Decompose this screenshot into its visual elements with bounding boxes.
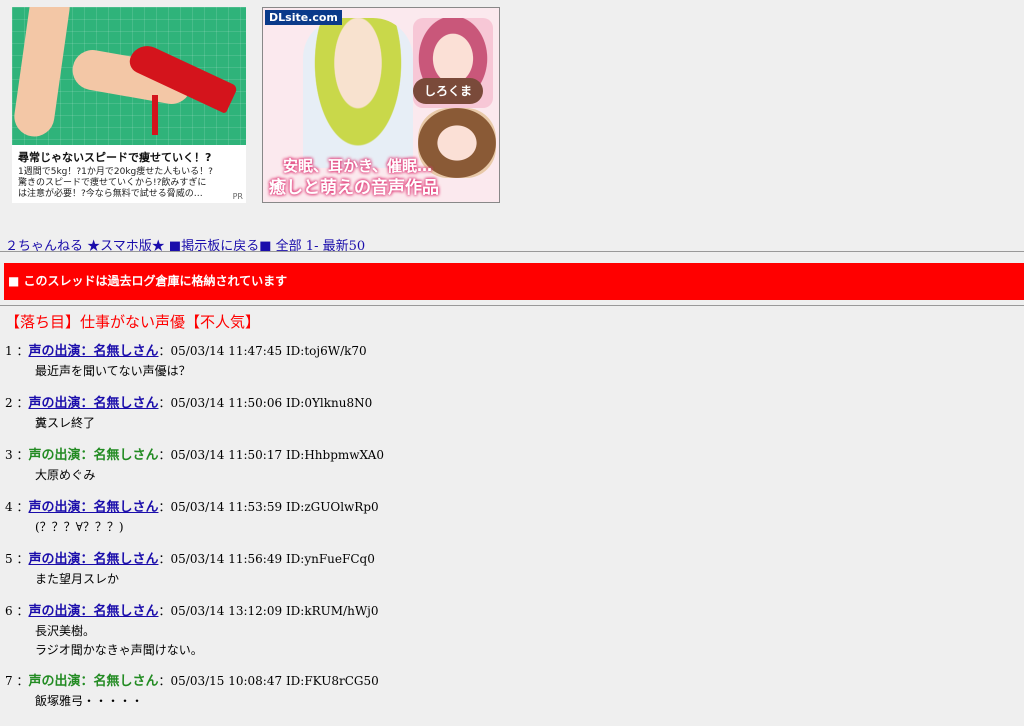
post-number[interactable]: 2 <box>5 396 13 410</box>
post-date: 05/03/14 11:50:17 <box>170 448 283 462</box>
post-number[interactable]: 3 <box>5 448 13 462</box>
poster-id[interactable]: ID:ynFueFCq0 <box>286 552 375 566</box>
post-message: 糞スレ終了 <box>35 414 1015 433</box>
post-header: 4 ：声の出演：名無しさん：05/03/14 11:53:59 ID:zGUOl… <box>5 500 379 515</box>
poster-name[interactable]: 声の出演：名無しさん <box>28 344 158 359</box>
post-message: 飯塚雅弓・・・・・ <box>35 692 1015 711</box>
poster-id[interactable]: ID:FKU8rCG50 <box>286 674 379 688</box>
post-header: 6 ：声の出演：名無しさん：05/03/14 13:12:09 ID:kRUM/… <box>5 604 379 619</box>
ad-caption-bottom: 癒しと萌えの音声作品 <box>269 178 439 198</box>
post-number[interactable]: 6 <box>5 604 13 618</box>
post-date: 05/03/14 11:56:49 <box>170 552 283 566</box>
post-message-line: 大原めぐみ <box>35 468 96 482</box>
post-message-line: 最近声を聞いてない声優は？ <box>35 364 191 378</box>
post: 6 ：声の出演：名無しさん：05/03/14 13:12:09 ID:kRUM/… <box>5 604 1015 674</box>
post: 3 ：声の出演：名無しさん：05/03/14 11:50:17 ID:Hhbpm… <box>5 448 1015 500</box>
post-message-line: 飯塚雅弓・・・・・ <box>35 694 144 708</box>
post-header: 1 ：声の出演：名無しさん：05/03/14 11:47:45 ID:toj6W… <box>5 344 367 359</box>
post-message: 大原めぐみ <box>35 466 1015 485</box>
dlsite-logo: DLsite.com <box>265 10 342 25</box>
poster-name[interactable]: 声の出演：名無しさん <box>28 500 158 515</box>
ad-shirokuma-badge: しろくま <box>413 78 483 104</box>
divider <box>0 251 1024 252</box>
ad-image-high-heel <box>12 7 246 145</box>
ad-banner-diet[interactable]: 尋常じゃないスピードで痩せていく！? 1週間で5kg！?1か月で20kg痩せた人… <box>12 7 246 203</box>
post-date: 05/03/14 13:12:09 <box>170 604 283 618</box>
post-header: 7 ：声の出演：名無しさん：05/03/15 10:08:47 ID:FKU8r… <box>5 674 379 689</box>
post-header: 2 ：声の出演：名無しさん：05/03/14 11:50:06 ID:0Ylkn… <box>5 396 373 411</box>
post-number[interactable]: 4 <box>5 500 13 514</box>
poster-name: 声の出演：名無しさん <box>28 674 159 689</box>
ad-body-text: 1週間で5kg！?1か月で20kg痩せた人もいる！? 驚きのスピードで痩せていく… <box>18 167 213 199</box>
post-number[interactable]: 1 <box>5 344 13 358</box>
post-message-line: また望月スレか <box>35 572 120 586</box>
post-list: 1 ：声の出演：名無しさん：05/03/14 11:47:45 ID:toj6W… <box>5 344 1015 726</box>
post: 7 ：声の出演：名無しさん：05/03/15 10:08:47 ID:FKU8r… <box>5 674 1015 726</box>
post: 4 ：声の出演：名無しさん：05/03/14 11:53:59 ID:zGUOl… <box>5 500 1015 552</box>
poster-id[interactable]: ID:zGUOlwRp0 <box>286 500 379 514</box>
post-message-line: ラジオ聞かなきゃ声聞けない。 <box>35 643 203 657</box>
poster-id[interactable]: ID:toj6W/k70 <box>286 344 367 358</box>
post: 1 ：声の出演：名無しさん：05/03/14 11:47:45 ID:toj6W… <box>5 344 1015 396</box>
post: 2 ：声の出演：名無しさん：05/03/14 11:50:06 ID:0Ylkn… <box>5 396 1015 448</box>
post-date: 05/03/14 11:53:59 <box>170 500 283 514</box>
poster-id[interactable]: ID:kRUM/hWj0 <box>286 604 379 618</box>
ad-headline: 尋常じゃないスピードで痩せていく！? <box>18 151 212 164</box>
post-header: 3 ：声の出演：名無しさん：05/03/14 11:50:17 ID:Hhbpm… <box>5 448 384 463</box>
post: 5 ：声の出演：名無しさん：05/03/14 11:56:49 ID:ynFue… <box>5 552 1015 604</box>
poster-name[interactable]: 声の出演：名無しさん <box>28 396 158 411</box>
poster-name[interactable]: 声の出演：名無しさん <box>28 552 158 567</box>
post-header: 5 ：声の出演：名無しさん：05/03/14 11:56:49 ID:ynFue… <box>5 552 375 567</box>
post-message: また望月スレか <box>35 570 1015 589</box>
poster-name[interactable]: 声の出演：名無しさん <box>28 604 158 619</box>
post-number[interactable]: 5 <box>5 552 13 566</box>
post-message-line: 長沢美樹。 <box>35 624 96 638</box>
post-message: 最近声を聞いてない声優は？ <box>35 362 1015 381</box>
post-message: (？？？∀？？？) <box>35 518 1015 537</box>
ad-pr-label: PR <box>232 192 243 201</box>
archive-notice-banner: ■ このスレッドは過去ログ倉庫に格納されています <box>4 263 1024 300</box>
divider <box>0 305 1024 306</box>
post-date: 05/03/14 11:47:45 <box>170 344 283 358</box>
post-date: 05/03/15 10:08:47 <box>170 674 283 688</box>
post-message: 長沢美樹。ラジオ聞かなきゃ声聞けない。 <box>35 622 1015 660</box>
post-number[interactable]: 7 <box>5 674 13 688</box>
thread-title: 【落ち目】仕事がない声優【不人気】 <box>5 313 261 331</box>
post-date: 05/03/14 11:50:06 <box>170 396 283 410</box>
poster-id[interactable]: ID:0Ylknu8N0 <box>286 396 372 410</box>
post-message-line: 糞スレ終了 <box>35 416 96 430</box>
poster-id[interactable]: ID:HhbpmwXA0 <box>286 448 384 462</box>
ad-character-green-hair <box>303 18 413 168</box>
poster-name: 声の出演：名無しさん <box>28 448 159 463</box>
post-message-line: (？？？∀？？？) <box>35 520 124 534</box>
ad-banner-dlsite[interactable]: しろくま DLsite.com 安眠、耳かき、催眠… 癒しと萌えの音声作品 <box>262 7 500 203</box>
